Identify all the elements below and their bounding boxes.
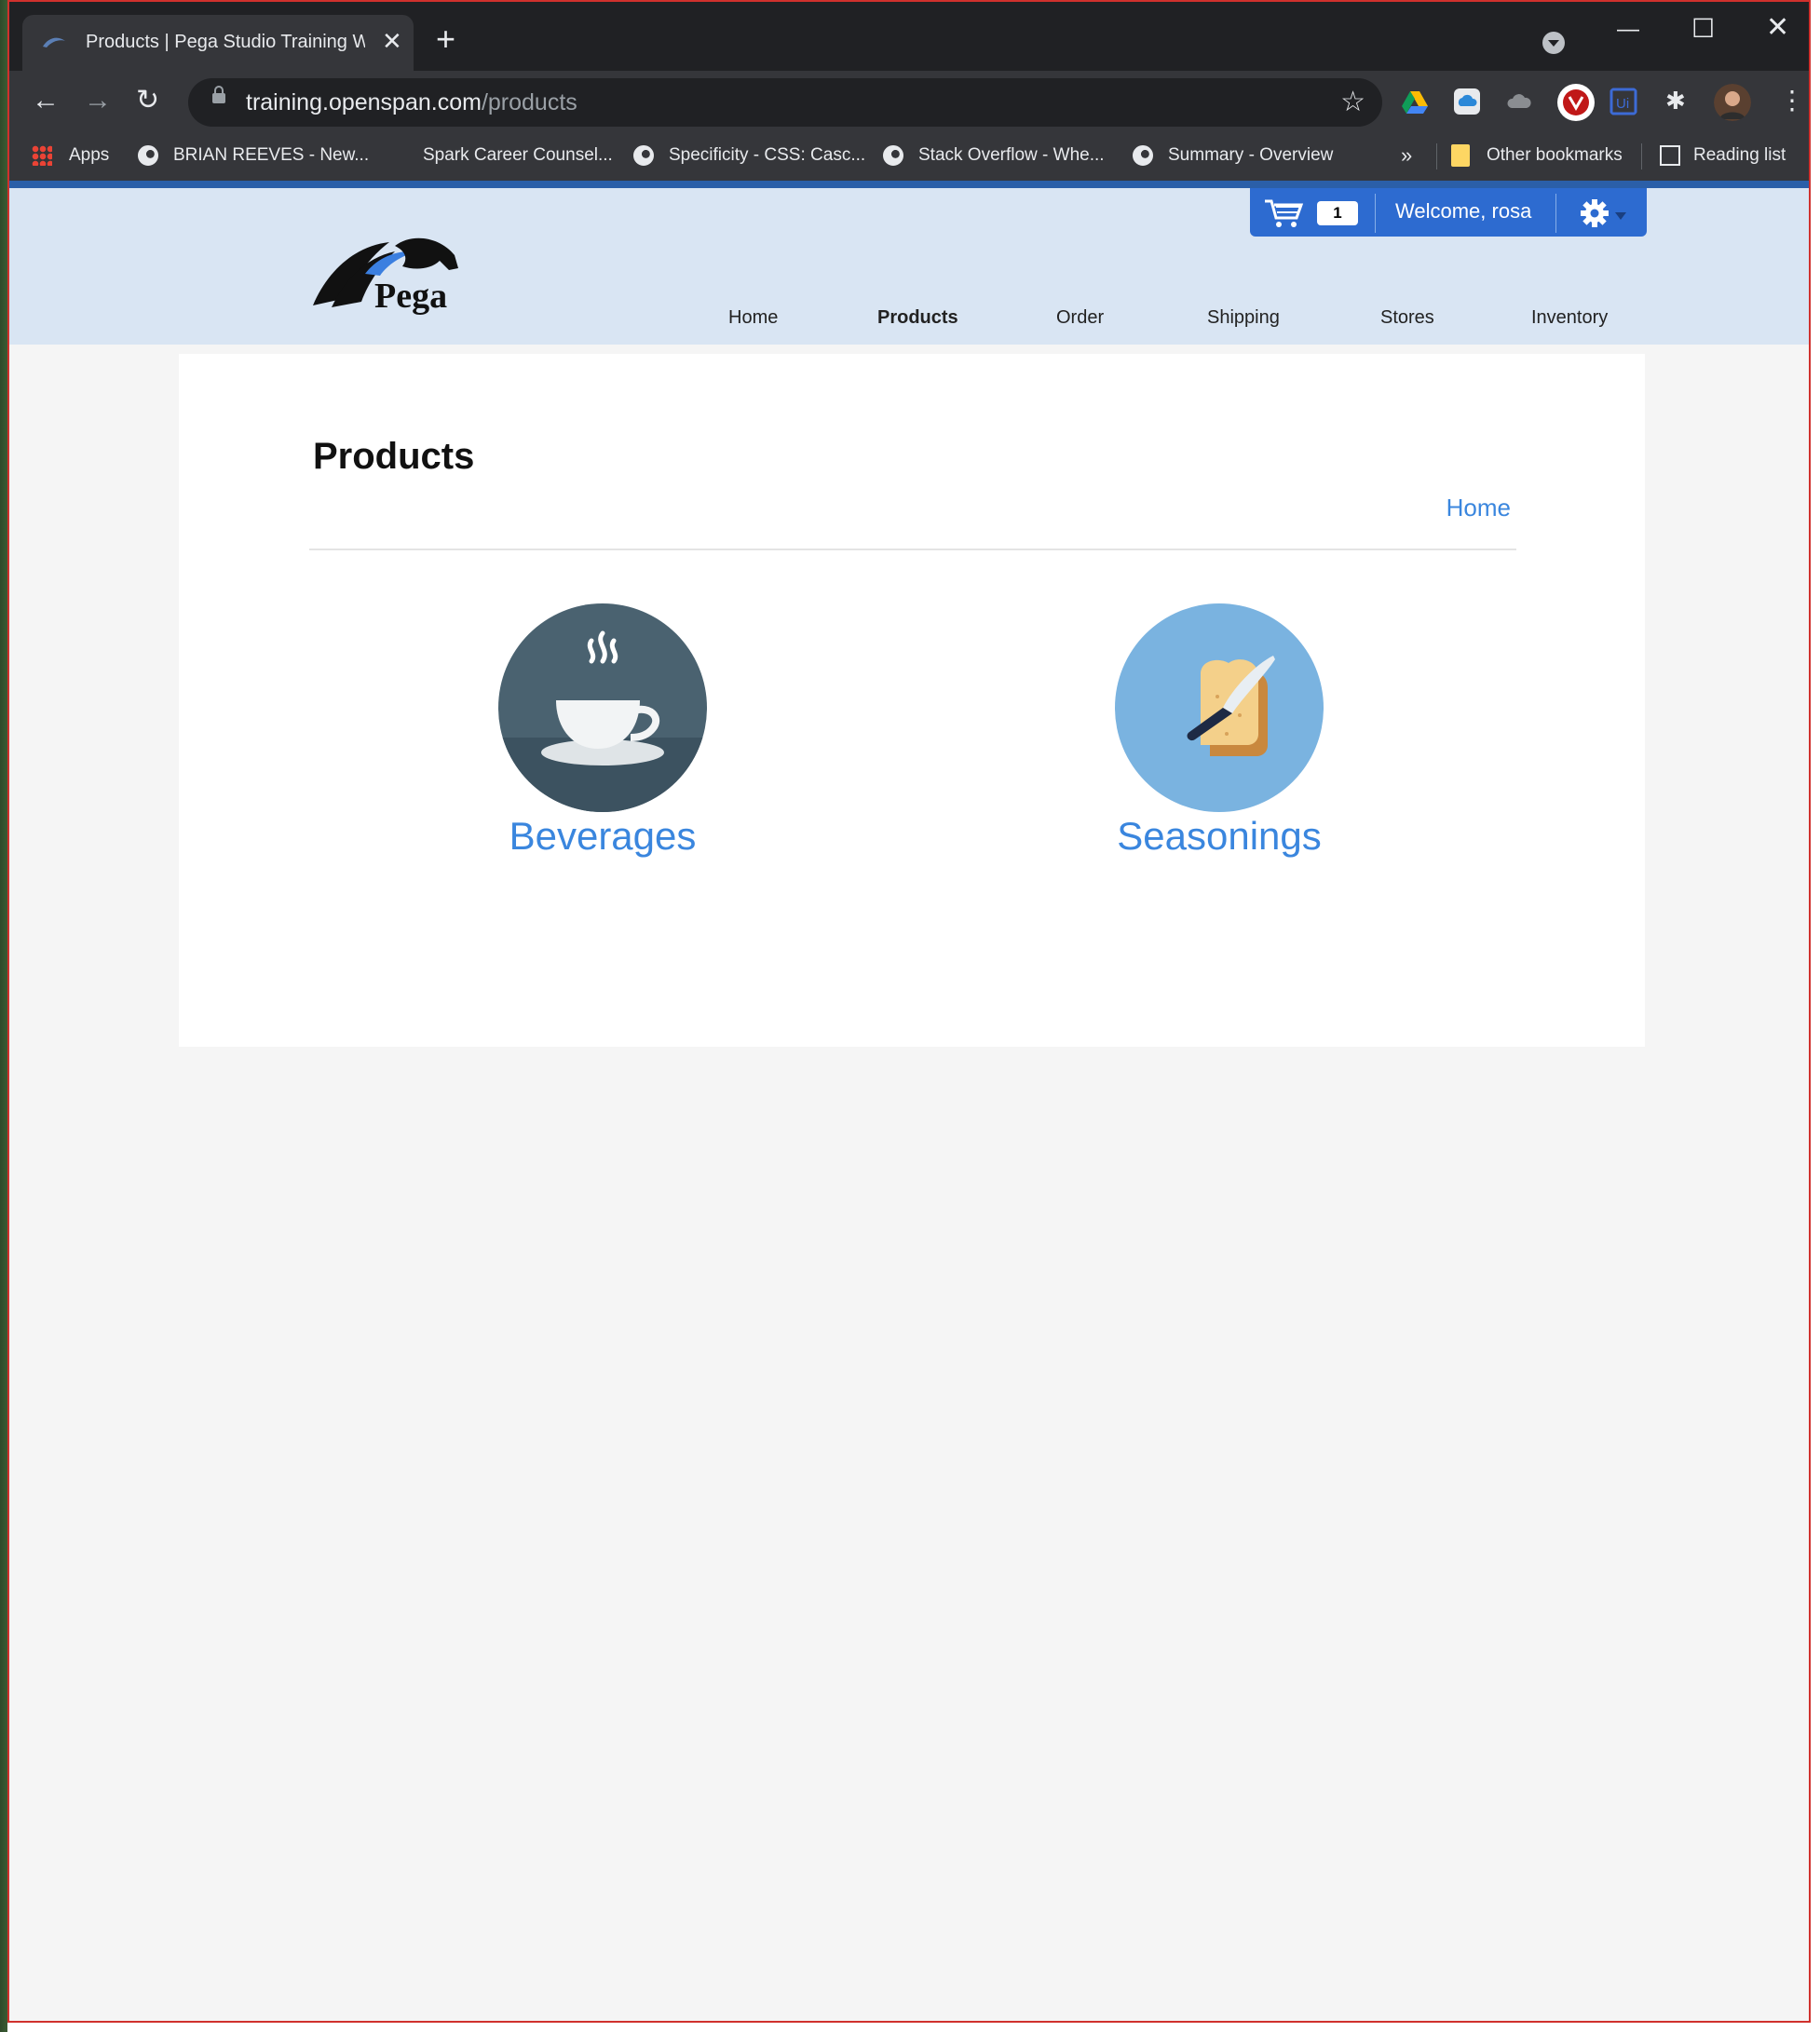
browser-tab-products[interactable]: Products | Pega Studio Training Web ✕ — [22, 15, 414, 71]
cloud-icon[interactable] — [1505, 88, 1533, 115]
tab-strip: Products | Pega Studio Training Web ✕ + … — [9, 2, 1809, 71]
chrome-menu-icon[interactable]: ⋮ — [1779, 82, 1805, 119]
nav-stores[interactable]: Stores — [1380, 307, 1434, 329]
main-content-panel: Products Home Beverages Seasonings — [179, 354, 1645, 1047]
bookmark-stack-overflow[interactable]: Stack Overflow - Whe... — [883, 142, 1105, 169]
minimize-icon[interactable]: — — [1617, 17, 1639, 43]
bookmark-specificity-css[interactable]: Specificity - CSS: Casc... — [633, 142, 865, 169]
breadcrumb-home[interactable]: Home — [1446, 494, 1511, 522]
user-bar-divider — [1555, 194, 1556, 233]
bookmarks-overflow-chevron-icon[interactable]: » — [1401, 142, 1412, 169]
title-divider — [309, 549, 1516, 550]
apps-grid-icon — [32, 144, 52, 166]
tab-search-icon[interactable] — [1542, 32, 1565, 54]
forward-icon[interactable]: → — [84, 82, 112, 119]
category-beverages[interactable]: Beverages — [449, 603, 756, 859]
settings-gear-icon[interactable] — [1580, 197, 1632, 229]
browser-window: Products | Pega Studio Training Web ✕ + … — [7, 0, 1811, 2023]
folder-icon — [1451, 143, 1470, 167]
pega-favicon-icon — [43, 37, 65, 47]
welcome-message: Welcome, rosa — [1395, 199, 1532, 223]
globe-icon — [1133, 144, 1153, 166]
bookmark-spark-career[interactable]: Spark Career Counsel... — [423, 142, 613, 169]
reading-list-icon — [1660, 144, 1680, 166]
browser-toolbar: ← → ↻ training.openspan.com/products ☆ U… — [9, 71, 1809, 132]
profile-avatar-icon[interactable] — [1714, 84, 1751, 121]
tab-close-icon[interactable]: ✕ — [382, 28, 402, 54]
bookmarks-divider — [1436, 143, 1437, 169]
svg-text:Pega: Pega — [374, 277, 447, 316]
bookmark-apps[interactable]: Apps — [32, 142, 109, 169]
reload-icon[interactable]: ↻ — [136, 82, 159, 119]
lock-icon — [212, 86, 225, 103]
globe-icon — [138, 144, 158, 166]
category-label[interactable]: Beverages — [449, 814, 756, 859]
uipath-extension-icon[interactable]: Ui — [1609, 88, 1637, 115]
user-bar: 1 Welcome, rosa — [1250, 188, 1647, 237]
page-title: Products — [313, 436, 475, 477]
nav-products[interactable]: Products — [877, 307, 958, 329]
pega-logo[interactable]: Pega — [309, 233, 477, 318]
bookmark-star-icon[interactable]: ☆ — [1340, 86, 1365, 118]
address-bar[interactable]: training.openspan.com/products ☆ — [188, 78, 1382, 127]
extensions-puzzle-icon[interactable]: ✱ — [1665, 82, 1686, 119]
google-drive-icon[interactable] — [1401, 88, 1429, 115]
cart-count-badge[interactable]: 1 — [1317, 201, 1358, 225]
close-window-icon[interactable]: ✕ — [1766, 11, 1789, 44]
bookmark-brian-reeves[interactable]: BRIAN REEVES - New... — [138, 142, 369, 169]
nav-home[interactable]: Home — [728, 307, 778, 329]
maximize-icon[interactable]: ☐ — [1691, 13, 1715, 44]
coffee-cup-icon[interactable] — [498, 603, 707, 812]
globe-icon — [633, 144, 654, 166]
reading-list-button[interactable]: Reading list — [1660, 142, 1786, 169]
bookmark-summary-overview[interactable]: Summary - Overview — [1133, 142, 1333, 169]
bookmarks-bar: Apps BRIAN REEVES - New... Spark Career … — [9, 132, 1809, 182]
nav-inventory[interactable]: Inventory — [1531, 307, 1608, 329]
user-bar-divider — [1375, 194, 1376, 233]
bookmark-other-bookmarks[interactable]: Other bookmarks — [1451, 142, 1623, 169]
new-tab-icon[interactable]: + — [436, 22, 455, 56]
tab-title: Products | Pega Studio Training Web — [86, 32, 365, 52]
header-accent-bar — [9, 181, 1809, 188]
svg-text:Ui: Ui — [1616, 96, 1629, 112]
globe-icon — [883, 144, 903, 166]
url-text: training.openspan.com/products — [246, 89, 577, 115]
web-page: Pega Home Products Order Shipping Stores… — [9, 181, 1809, 2021]
back-icon[interactable]: ← — [32, 82, 60, 119]
bookmarks-divider — [1641, 143, 1642, 169]
bread-knife-icon[interactable] — [1115, 603, 1324, 812]
nav-order[interactable]: Order — [1056, 307, 1104, 329]
shopping-cart-icon[interactable] — [1263, 197, 1304, 229]
onedrive-icon[interactable] — [1453, 88, 1481, 115]
mcafee-extension-icon[interactable] — [1557, 84, 1595, 121]
category-label[interactable]: Seasonings — [1066, 814, 1373, 859]
category-seasonings[interactable]: Seasonings — [1066, 603, 1373, 859]
nav-shipping[interactable]: Shipping — [1207, 307, 1280, 329]
